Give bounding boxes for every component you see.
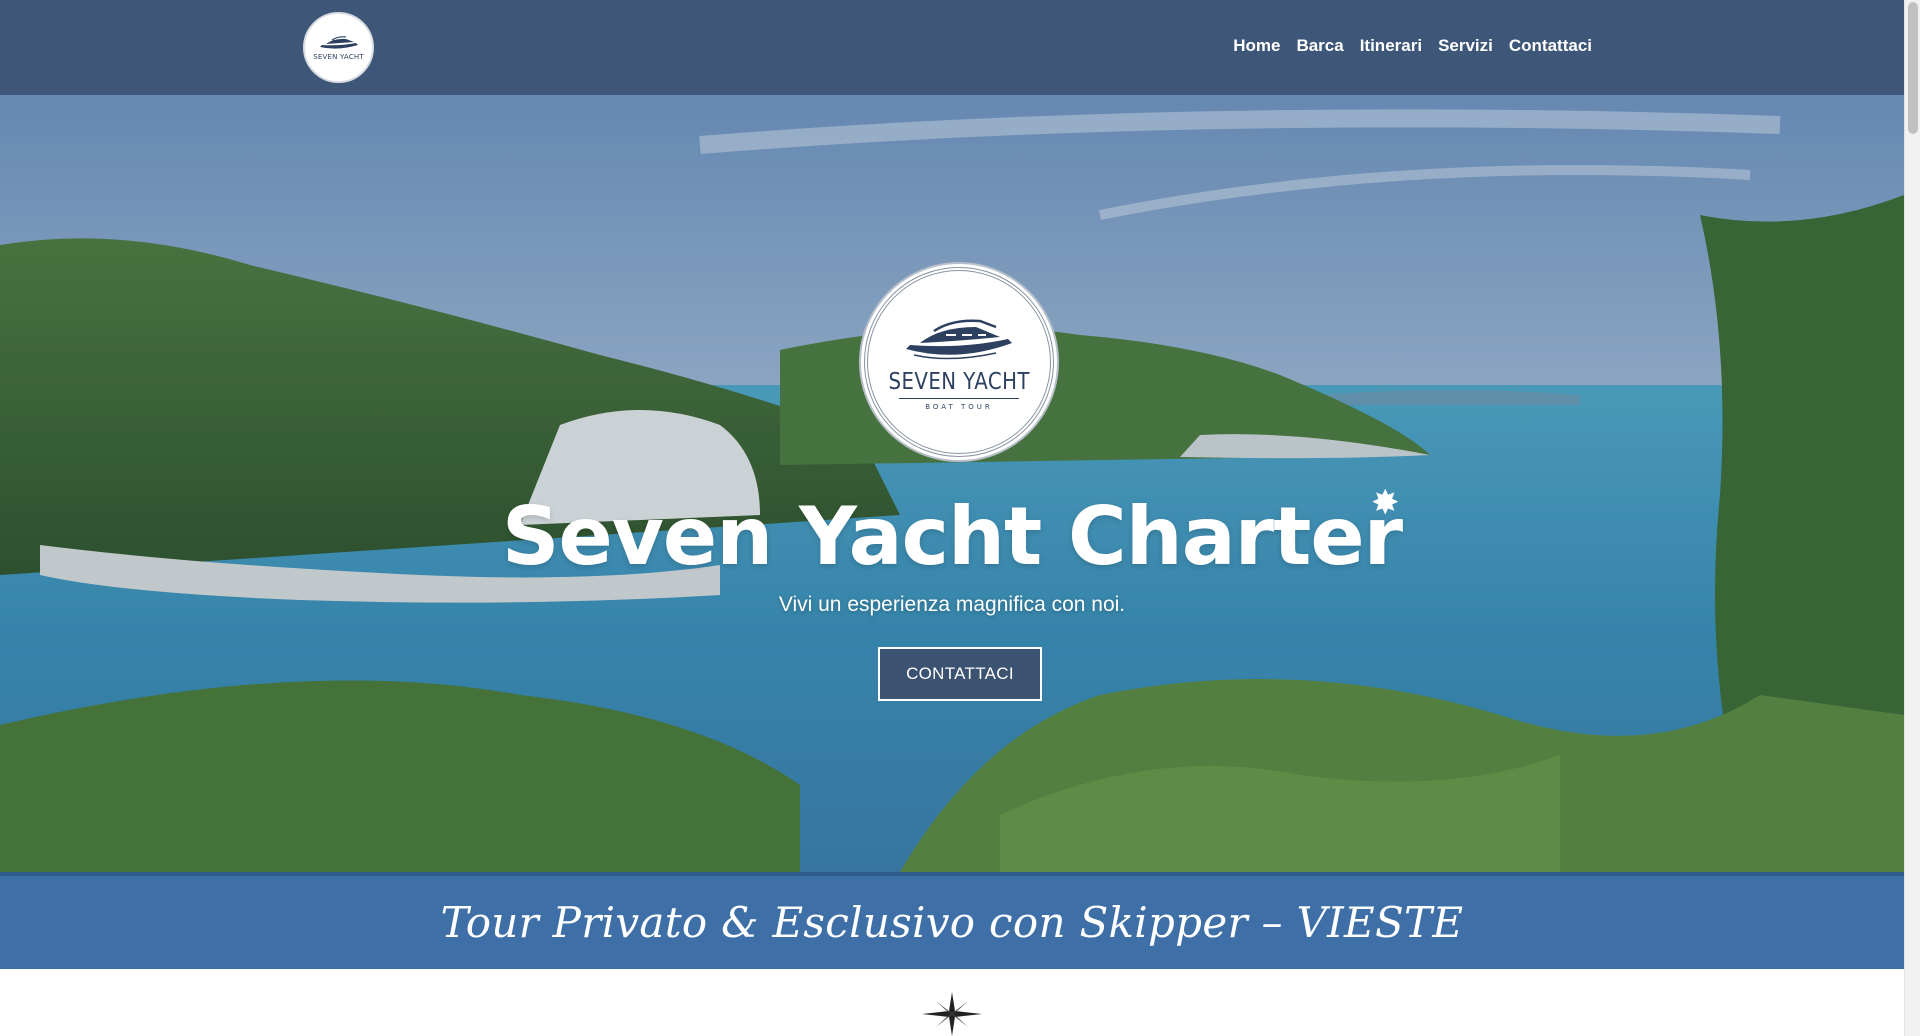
nav-barca[interactable]: Barca bbox=[1296, 36, 1343, 56]
contact-button[interactable]: CONTATTACI bbox=[878, 647, 1042, 701]
badge-subtitle: BOAT TOUR bbox=[925, 403, 993, 411]
banner-tagline: Tour Privato & Esclusivo con Skipper – V… bbox=[440, 898, 1464, 947]
main-nav: Home Barca Itinerari Servizi Contattaci bbox=[1233, 36, 1592, 56]
boat-logo-icon bbox=[319, 36, 358, 49]
page: SEVEN YACHT Home Barca Itinerari Servizi… bbox=[0, 0, 1904, 1036]
boat-logo-icon bbox=[906, 319, 1012, 360]
hero-subtitle: Vivi un esperienza magnifica con noi. bbox=[778, 593, 1126, 616]
nav-contattaci[interactable]: Contattaci bbox=[1509, 36, 1592, 56]
site-header: SEVEN YACHT Home Barca Itinerari Servizi… bbox=[0, 0, 1904, 95]
badge-brand-name: SEVEN YACHT bbox=[888, 369, 1030, 395]
tagline-banner: Tour Privato & Esclusivo con Skipper – V… bbox=[0, 872, 1904, 969]
nav-servizi[interactable]: Servizi bbox=[1438, 36, 1493, 56]
page-scrollbar[interactable] bbox=[1904, 0, 1920, 1036]
scrollbar-thumb[interactable] bbox=[1908, 2, 1918, 134]
nav-itinerari[interactable]: Itinerari bbox=[1360, 36, 1422, 56]
hero-section: SEVEN YACHT BOAT TOUR Seven Yacht Charte… bbox=[0, 95, 1904, 872]
hero-title: Seven Yacht Charter bbox=[501, 490, 1403, 583]
hero-overlay bbox=[0, 95, 1904, 872]
sparkle-icon: ✸ bbox=[1371, 484, 1400, 522]
header-logo[interactable]: SEVEN YACHT bbox=[303, 12, 374, 83]
badge-divider bbox=[899, 398, 1019, 399]
compass-rose-icon bbox=[922, 992, 982, 1036]
hero-logo-badge: SEVEN YACHT BOAT TOUR bbox=[864, 267, 1054, 457]
header-logo-text: SEVEN YACHT bbox=[313, 53, 364, 61]
nav-home[interactable]: Home bbox=[1233, 36, 1280, 56]
